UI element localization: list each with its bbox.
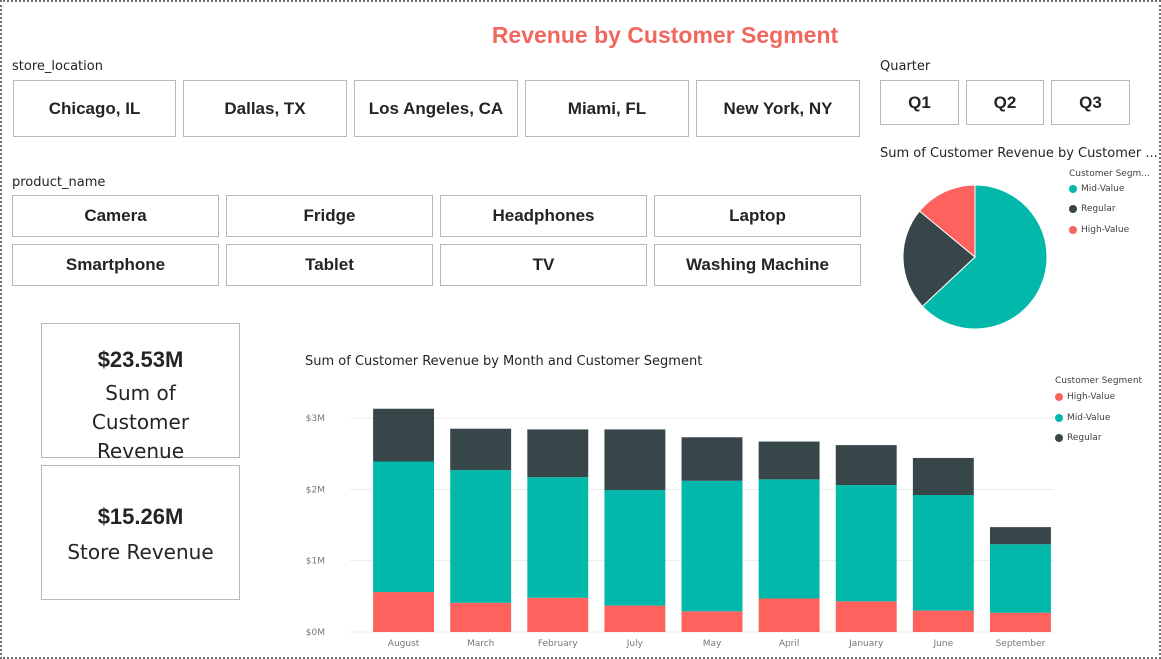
x-tick-label: April: [779, 639, 800, 649]
legend-label: Regular: [1081, 204, 1116, 214]
legend-dot-icon: [1055, 434, 1063, 442]
bar-may-high-value[interactable]: [681, 611, 743, 632]
bar-june-regular[interactable]: [912, 457, 974, 496]
slicer-item-los-angeles[interactable]: Los Angeles, CA: [354, 80, 518, 137]
x-tick-label: May: [703, 639, 722, 649]
legend-dot-icon: [1069, 205, 1077, 213]
kpi-value: $15.26M: [97, 504, 184, 529]
bar-april-regular[interactable]: [758, 441, 820, 480]
bar-july-high-value[interactable]: [604, 605, 666, 632]
bar-february-high-value[interactable]: [527, 597, 589, 632]
bar-january-mid-value[interactable]: [835, 485, 897, 602]
bar-may-mid-value[interactable]: [681, 480, 743, 612]
slicer-item-chicago[interactable]: Chicago, IL: [13, 80, 176, 137]
slicer-item-tablet[interactable]: Tablet: [226, 244, 433, 286]
slicer-item-washing-machine[interactable]: Washing Machine: [654, 244, 861, 286]
kpi-card-customer-revenue: $23.53M Sum of Customer Revenue: [41, 323, 240, 463]
slicer-item-q3[interactable]: Q3: [1051, 80, 1130, 125]
y-tick-label: $2M: [306, 485, 325, 495]
x-tick-label: July: [626, 639, 644, 649]
slicer-item-tv[interactable]: TV: [440, 244, 647, 286]
slicer-item-laptop[interactable]: Laptop: [654, 195, 861, 237]
slicer-item-new-york[interactable]: New York, NY: [696, 80, 860, 137]
kpi-card-store-revenue: $15.26M Store Revenue: [41, 465, 240, 600]
slicer-item-dallas[interactable]: Dallas, TX: [183, 80, 347, 137]
pie-legend-item-mid-value[interactable]: Mid-Value: [1069, 184, 1124, 194]
x-tick-label: June: [933, 639, 954, 649]
bar-legend-item-regular[interactable]: Regular: [1055, 433, 1102, 443]
product-name-slicer-label: product_name: [12, 175, 106, 190]
slicer-item-fridge[interactable]: Fridge: [226, 195, 433, 237]
kpi-value: $23.53M: [97, 347, 184, 372]
quarter-slicer-label: Quarter: [880, 59, 931, 74]
slicer-item-headphones[interactable]: Headphones: [440, 195, 647, 237]
slicer-item-q2[interactable]: Q2: [966, 80, 1044, 125]
bar-legend-title: Customer Segment: [1055, 376, 1143, 386]
bar-august-mid-value[interactable]: [373, 461, 435, 593]
legend-dot-icon: [1069, 185, 1077, 193]
pie-legend-item-regular[interactable]: Regular: [1069, 204, 1116, 214]
bar-september-high-value[interactable]: [989, 612, 1051, 632]
bar-september-mid-value[interactable]: [989, 544, 1051, 613]
bar-march-high-value[interactable]: [450, 602, 512, 632]
y-tick-label: $1M: [306, 557, 325, 567]
x-tick-label: August: [388, 639, 420, 649]
slicer-item-miami[interactable]: Miami, FL: [525, 80, 689, 137]
kpi-label: Sum of Customer Revenue: [91, 381, 190, 463]
bar-september-regular[interactable]: [989, 527, 1051, 545]
legend-label: Regular: [1067, 433, 1102, 443]
bar-legend-item-high-value[interactable]: High-Value: [1055, 392, 1115, 402]
bar-june-mid-value[interactable]: [912, 495, 974, 611]
bar-july-regular[interactable]: [604, 429, 666, 491]
bar-january-high-value[interactable]: [835, 601, 897, 632]
legend-label: Mid-Value: [1081, 184, 1125, 194]
bar-april-mid-value[interactable]: [758, 479, 820, 599]
bar-legend-item-mid-value[interactable]: Mid-Value: [1055, 413, 1110, 423]
legend-dot-icon: [1055, 393, 1063, 401]
x-tick-label: February: [538, 639, 579, 649]
legend-dot-icon: [1069, 226, 1077, 234]
bar-june-high-value[interactable]: [912, 610, 974, 632]
bar-chart-title: Sum of Customer Revenue by Month and Cus…: [305, 354, 703, 369]
kpi-label: Store Revenue: [67, 540, 214, 564]
bar-april-high-value[interactable]: [758, 598, 820, 632]
bar-march-regular[interactable]: [450, 428, 512, 471]
bar-march-mid-value[interactable]: [450, 470, 512, 603]
report-title: Revenue by Customer Segment: [491, 22, 839, 48]
bar-january-regular[interactable]: [835, 445, 897, 486]
pie-legend-item-high-value[interactable]: High-Value: [1069, 225, 1129, 235]
store-location-slicer-label: store_location: [12, 59, 103, 74]
pie-chart-title: Sum of Customer Revenue by Customer ...: [880, 146, 1158, 161]
legend-label: Mid-Value: [1067, 413, 1111, 423]
bar-february-mid-value[interactable]: [527, 477, 589, 598]
y-tick-label: $3M: [306, 414, 325, 424]
slicer-item-camera[interactable]: Camera: [12, 195, 219, 237]
slicer-item-smartphone[interactable]: Smartphone: [12, 244, 219, 286]
legend-label: High-Value: [1081, 225, 1130, 235]
report-canvas: Revenue by Customer Segment store_locati…: [0, 0, 1161, 659]
bar-july-mid-value[interactable]: [604, 490, 666, 606]
x-tick-label: September: [996, 639, 1046, 649]
pie-legend-title: Customer Segm...: [1069, 169, 1150, 179]
legend-dot-icon: [1055, 414, 1063, 422]
stacked-bar-chart: $0M $1M $2M $3M August March February July May A…: [306, 408, 1054, 649]
pie-chart: [902, 184, 1048, 330]
y-tick-label: $0M: [306, 628, 325, 638]
x-tick-label: January: [848, 639, 884, 649]
bar-may-regular[interactable]: [681, 437, 743, 481]
slicer-item-q1[interactable]: Q1: [880, 80, 959, 125]
bar-february-regular[interactable]: [527, 429, 589, 478]
x-tick-label: March: [467, 639, 494, 649]
bar-august-regular[interactable]: [373, 408, 435, 462]
legend-label: High-Value: [1067, 392, 1116, 402]
bar-august-high-value[interactable]: [373, 592, 435, 632]
